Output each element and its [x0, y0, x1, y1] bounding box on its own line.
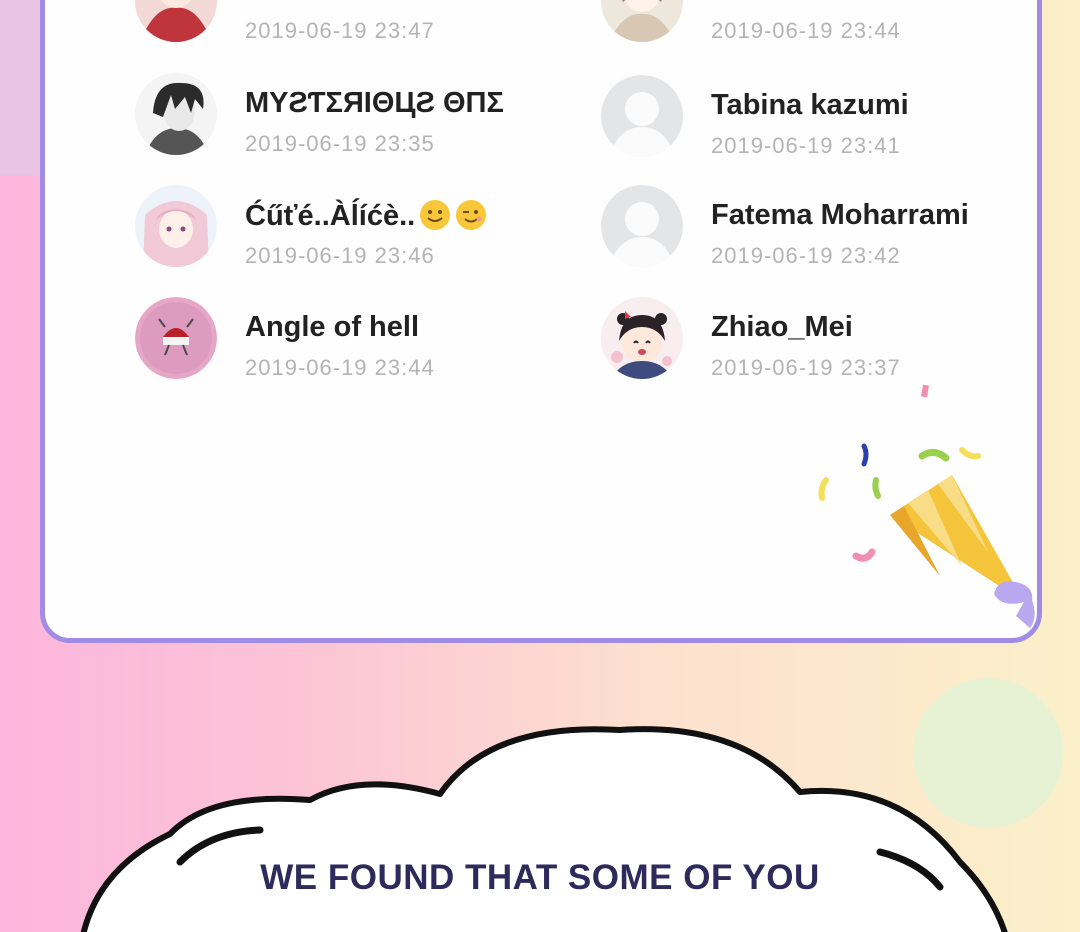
member-time: 2019-06-19 23:35 [245, 131, 435, 156]
member-name: Tabina kazumi [711, 89, 909, 121]
member-item[interactable]: 2019-06-19 23:44 [601, 0, 1021, 50]
avatar [135, 185, 217, 267]
member-item[interactable]: 2019-06-19 23:47 [135, 0, 555, 50]
member-name: Angle of hell [245, 311, 419, 343]
party-popper-icon [818, 384, 1035, 628]
member-item[interactable]: Ćűťé..Àĺíćè.. 2019-06-19 23:46 [135, 185, 555, 275]
default-avatar-icon [601, 185, 683, 267]
member-item[interactable]: ΜΥƧƬΣЯΙΘЦƧ ΘΠΣ 2019-06-19 23:35 [135, 73, 555, 163]
member-time: 2019-06-19 23:46 [245, 243, 435, 268]
member-name: Zhiao_Mei [711, 311, 853, 343]
winking-face-icon [456, 200, 487, 230]
member-item[interactable]: Angle of hell 2019-06-19 23:44 [135, 297, 555, 387]
member-name: Fatema Moharrami [711, 199, 969, 231]
avatar [135, 297, 217, 379]
member-name: ΜΥƧƬΣЯΙΘЦƧ ΘΠΣ [245, 87, 504, 119]
default-avatar-icon [601, 75, 683, 157]
member-time: 2019-06-19 23:44 [245, 355, 435, 380]
avatar [601, 297, 683, 379]
member-time: 2019-06-19 23:44 [711, 18, 901, 43]
member-time: 2019-06-19 23:47 [245, 18, 435, 43]
member-time: 2019-06-19 23:37 [711, 355, 901, 380]
banner-text: WE FOUND THAT SOME OF YOU [260, 858, 820, 897]
avatar [601, 0, 683, 42]
speech-cloud [80, 726, 1008, 932]
member-item[interactable]: Zhiao_Mei 2019-06-19 23:37 [601, 297, 1021, 387]
member-name: Ćűťé..Àĺíćè.. [245, 199, 487, 233]
member-item[interactable]: Fatema Moharrami 2019-06-19 23:42 [601, 185, 1021, 275]
member-time: 2019-06-19 23:42 [711, 243, 901, 268]
avatar [135, 0, 217, 42]
smiling-face-icon [420, 200, 451, 230]
member-item[interactable]: Tabina kazumi 2019-06-19 23:41 [601, 75, 1021, 165]
member-time: 2019-06-19 23:41 [711, 133, 901, 158]
avatar [135, 73, 217, 155]
